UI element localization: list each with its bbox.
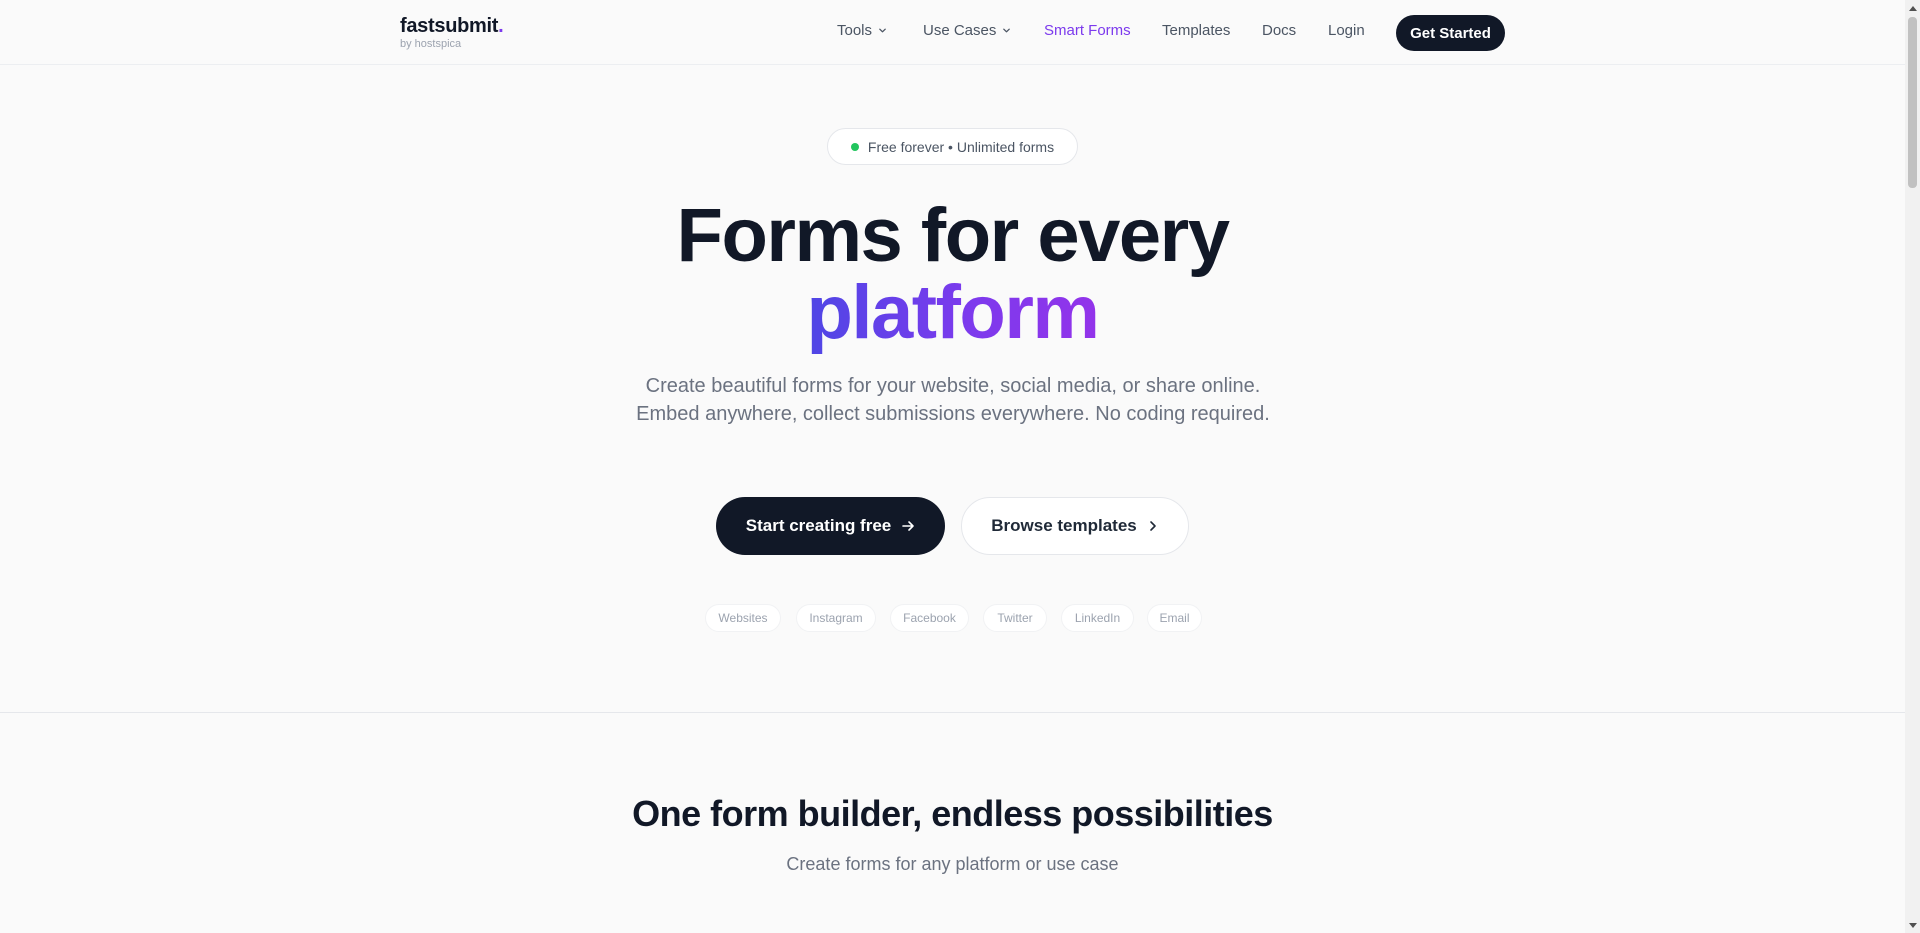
nav-templates-label: Templates bbox=[1162, 22, 1231, 39]
badge-text: Free forever • Unlimited forms bbox=[867, 138, 1055, 155]
nav-login-label: Login bbox=[1328, 22, 1365, 39]
nav-login[interactable]: Login bbox=[1328, 22, 1365, 39]
status-dot-icon bbox=[850, 142, 859, 151]
chip-linkedin[interactable]: LinkedIn bbox=[1061, 604, 1134, 632]
logo[interactable]: fastsubmit. by hostspica bbox=[400, 15, 504, 50]
chip-twitter[interactable]: Twitter bbox=[983, 604, 1047, 632]
browse-templates-label: Browse templates bbox=[991, 516, 1137, 535]
vertical-scrollbar[interactable] bbox=[1905, 0, 1920, 933]
nav-use-cases[interactable]: Use Cases bbox=[923, 22, 1011, 39]
page: fastsubmit. by hostspica Tools Use Cases… bbox=[0, 0, 1905, 933]
scroll-down-icon[interactable] bbox=[1905, 918, 1920, 933]
start-creating-label: Start creating free bbox=[745, 516, 892, 535]
arrow-right-icon bbox=[902, 521, 915, 531]
nav-tools-label: Tools bbox=[837, 22, 873, 39]
platform-chips: Websites Instagram Facebook Twitter Link… bbox=[0, 604, 1905, 632]
chevron-down-icon bbox=[1003, 28, 1011, 33]
nav-smart-forms-label: Smart Forms bbox=[1044, 22, 1131, 39]
nav-docs[interactable]: Docs bbox=[1262, 22, 1296, 39]
site-header: fastsubmit. by hostspica Tools Use Cases… bbox=[0, 0, 1905, 65]
section-divider bbox=[0, 712, 1905, 713]
browse-templates-button[interactable]: Browse templates bbox=[961, 497, 1189, 555]
get-started-button[interactable]: Get Started bbox=[1396, 15, 1505, 51]
nav-docs-label: Docs bbox=[1262, 22, 1297, 39]
nav-templates[interactable]: Templates bbox=[1162, 22, 1230, 39]
section-title: One form builder, endless possibilities bbox=[632, 793, 1273, 834]
section-subtitle: Create forms for any platform or use cas… bbox=[786, 854, 1119, 874]
chevron-down-icon bbox=[879, 28, 886, 33]
chevron-right-icon bbox=[1149, 521, 1156, 531]
scrollbar-thumb[interactable] bbox=[1908, 17, 1917, 188]
hero-title-line1: Forms for every bbox=[676, 193, 1230, 278]
chip-websites[interactable]: Websites bbox=[705, 604, 781, 632]
hero-title-line2: platform bbox=[806, 270, 1101, 355]
chip-facebook[interactable]: Facebook bbox=[890, 604, 969, 632]
hero-subtitle: Create beautiful forms for your website,… bbox=[636, 375, 1270, 425]
chip-email[interactable]: Email bbox=[1147, 604, 1202, 632]
scroll-up-icon[interactable] bbox=[1905, 0, 1920, 15]
logo-wordmark: fastsubmit. bbox=[400, 15, 504, 37]
logo-byline: by hostspica bbox=[400, 38, 462, 50]
start-creating-button[interactable]: Start creating free bbox=[716, 497, 945, 555]
nav-tools[interactable]: Tools bbox=[837, 22, 887, 39]
nav-smart-forms[interactable]: Smart Forms bbox=[1044, 22, 1131, 39]
chip-instagram[interactable]: Instagram bbox=[796, 604, 876, 632]
nav-use-cases-label: Use Cases bbox=[923, 22, 997, 39]
status-badge: Free forever • Unlimited forms bbox=[827, 128, 1078, 165]
logo-dot: . bbox=[498, 15, 504, 37]
